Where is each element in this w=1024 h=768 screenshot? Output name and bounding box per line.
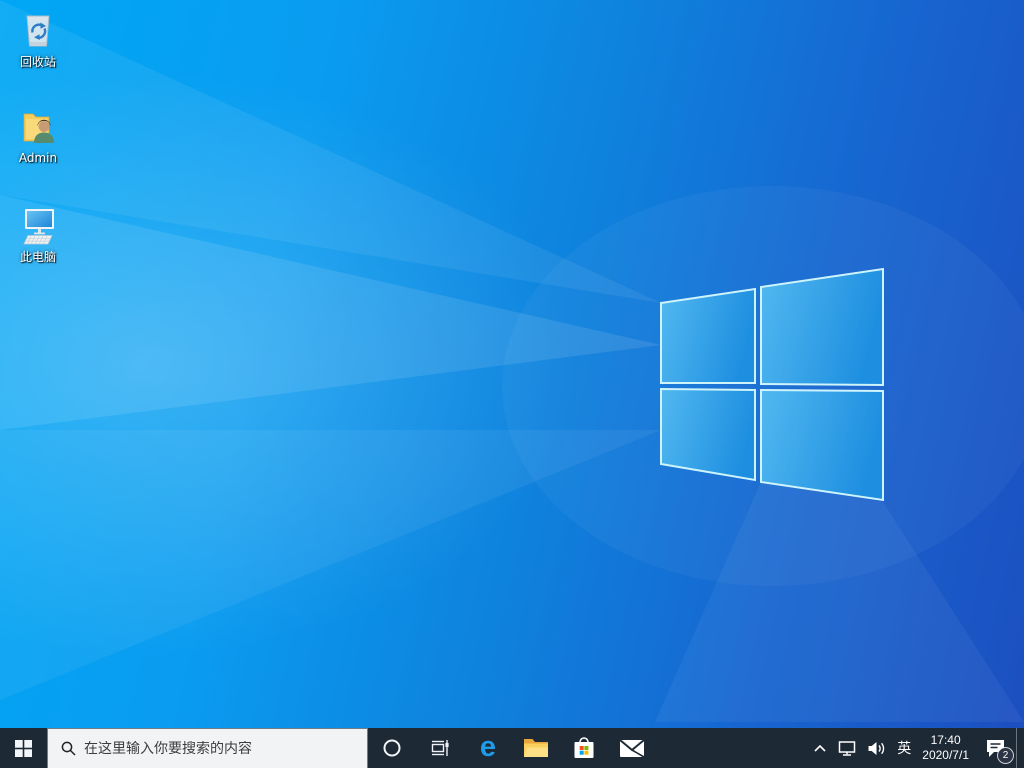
volume-icon xyxy=(868,741,885,755)
desktop-icon-recycle-bin[interactable]: 回收站 xyxy=(5,9,71,69)
store-icon xyxy=(574,737,594,758)
store-button[interactable] xyxy=(560,728,608,768)
tray-overflow-button[interactable] xyxy=(808,728,832,768)
cortana-icon xyxy=(383,739,401,757)
search-input[interactable] xyxy=(76,740,367,757)
windows-logo-artwork xyxy=(0,0,1024,722)
desktop-icon-user-folder[interactable]: Admin xyxy=(5,105,71,165)
task-view-icon xyxy=(431,740,449,756)
system-tray: 英 17:40 2020/7/1 2 xyxy=(808,728,1024,768)
edge-icon: e xyxy=(479,730,497,763)
file-explorer-button[interactable] xyxy=(512,728,560,768)
show-desktop-button[interactable] xyxy=(1016,728,1024,768)
recycle-bin-icon xyxy=(26,15,50,47)
volume-tray-button[interactable] xyxy=(862,728,891,768)
start-button[interactable] xyxy=(0,728,47,768)
mail-icon xyxy=(619,739,645,758)
task-view-button[interactable] xyxy=(416,728,464,768)
ime-indicator[interactable]: 英 xyxy=(891,728,917,768)
chevron-up-icon xyxy=(814,744,826,752)
search-icon xyxy=(61,741,76,756)
desktop-icon-label: 回收站 xyxy=(19,55,56,69)
notification-badge: 2 xyxy=(998,748,1013,763)
cortana-button[interactable] xyxy=(368,728,416,768)
taskbar: e xyxy=(0,728,1024,768)
mail-button[interactable] xyxy=(608,728,656,768)
desktop-screen: 回收站 Admin 此电脑 在这里输入你要搜索的内容 e 英 17:40 202… xyxy=(0,0,1024,768)
desktop-wallpaper xyxy=(0,0,1024,728)
edge-button[interactable]: e xyxy=(464,728,512,768)
desktop-icon-label: 此电脑 xyxy=(19,250,56,264)
network-tray-button[interactable] xyxy=(832,728,862,768)
clock-date: 2020/7/1 xyxy=(922,748,969,762)
file-explorer-icon xyxy=(524,739,548,757)
action-center-button[interactable]: 2 xyxy=(974,728,1016,768)
desktop-icon-label: Admin xyxy=(18,151,58,165)
clock-time: 17:40 xyxy=(930,733,961,747)
logo-glow xyxy=(502,186,1024,586)
windows-start-icon xyxy=(15,739,32,757)
clock[interactable]: 17:40 2020/7/1 xyxy=(917,728,974,768)
this-pc-icon xyxy=(23,209,54,245)
user-folder-icon xyxy=(23,113,54,143)
network-icon xyxy=(839,740,856,756)
desktop-icon-this-pc[interactable]: 此电脑 xyxy=(5,204,71,264)
taskbar-search[interactable] xyxy=(47,728,368,768)
